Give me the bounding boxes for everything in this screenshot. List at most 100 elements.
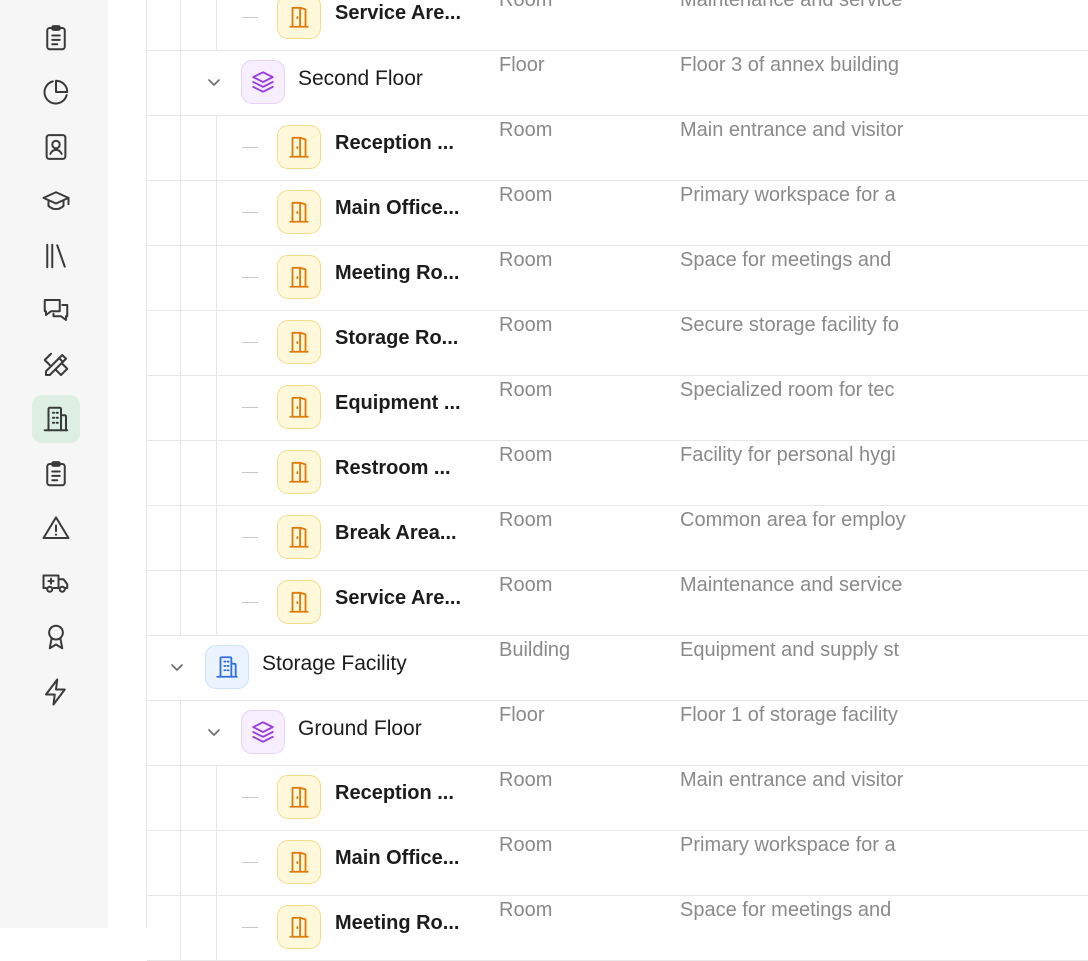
tree-guide-line [180,700,181,765]
sidebar [0,0,109,928]
location-name[interactable]: Reception ... [335,782,463,805]
table-row[interactable]: Service Are... Room Maintenance and servic… [147,570,1088,636]
layers-icon [241,710,285,754]
tree-guide-line [180,0,181,50]
building-icon [43,406,69,432]
location-type: Room [499,379,553,401]
location-description: Space for meetings and [680,249,892,271]
nav-item-certifications[interactable] [32,613,80,661]
location-name[interactable]: Second Floor [298,67,423,91]
location-type: Building [499,639,571,661]
nav-item-checklists[interactable] [32,450,80,498]
table-row[interactable]: Reception ... Room Main entrance and visit… [147,115,1088,181]
location-type: Floor [499,54,545,76]
award-icon [48,624,64,650]
nav-item-emergency[interactable] [32,559,80,607]
location-type: Room [499,444,553,466]
tree-guide-line [216,765,217,830]
tree-guide-line [180,440,181,505]
tree-guide-line [180,765,181,830]
tree-guide-line [180,570,181,635]
door-icon [277,580,321,624]
library-icon [46,243,66,269]
nav-item-reports[interactable] [32,68,80,116]
location-name[interactable]: Meeting Ro... [335,912,463,935]
table-row[interactable]: Ground Floor Floor Floor 1 of storage faci… [147,700,1088,766]
location-type: Room [499,899,553,921]
location-name[interactable]: Meeting Ro... [335,262,463,285]
location-description: Specialized room for tec [680,379,895,401]
door-icon [277,450,321,494]
table-row[interactable]: Equipment ... Room Specialized room for te… [147,375,1088,441]
pencil-ruler-icon [43,352,69,376]
messages-icon [43,299,69,321]
location-name[interactable]: Ground Floor [298,717,422,741]
nav-item-messages[interactable] [32,286,80,334]
tree-guide-line [216,115,217,180]
location-name[interactable]: Restroom ... [335,457,463,480]
nav-item-tools[interactable] [32,341,80,389]
location-name[interactable]: Equipment ... [335,392,463,415]
location-type: Room [499,314,553,336]
table-row[interactable]: Main Office... Room Primary workspace for … [147,180,1088,246]
table-row[interactable]: Storage Facility Building Equipment and su… [147,635,1088,701]
door-icon [277,775,321,819]
location-name[interactable]: Main Office... [335,197,463,220]
location-type: Room [499,574,553,596]
tree-guide-line [216,310,217,375]
nav-item-automations[interactable] [32,668,80,716]
door-icon [277,385,321,429]
location-description: Maintenance and service [680,574,903,596]
tree-guide-line [180,115,181,180]
location-name[interactable]: Storage Facility [262,652,407,676]
tree-guide-line [180,50,181,115]
nav-item-tasks[interactable] [32,14,80,62]
tree-guide-line [216,375,217,440]
tree-guide-line [216,505,217,570]
location-description: Facility for personal hygi [680,444,896,466]
table-row[interactable]: Reception ... Room Main entrance and visit… [147,765,1088,831]
clipboard-list-icon [46,25,66,51]
chevron-down-icon[interactable] [167,657,187,677]
location-name[interactable]: Storage Ro... [335,327,463,350]
table-row[interactable]: Break Area... Room Common area for employ [147,505,1088,571]
door-icon [277,0,321,39]
nav-item-training[interactable] [32,177,80,225]
tree-leaf-dash [242,277,258,278]
tree-guide-line [180,830,181,895]
location-name[interactable]: Reception ... [335,132,463,155]
tree-guide-line [180,180,181,245]
tree-leaf-dash [242,537,258,538]
ambulance-icon [42,574,69,593]
table-row[interactable]: Restroom ... Room Facility for personal hy… [147,440,1088,506]
table-row[interactable]: Meeting Ro... Room Space for meetings and [147,895,1088,961]
nav-item-library[interactable] [32,232,80,280]
location-type: Room [499,509,553,531]
door-icon [277,255,321,299]
location-name[interactable]: Service Are... [335,2,463,25]
tree-leaf-dash [242,147,258,148]
location-name[interactable]: Main Office... [335,847,463,870]
tree-leaf-dash [242,17,258,18]
location-name[interactable]: Service Are... [335,587,463,610]
door-icon [277,125,321,169]
location-name[interactable]: Break Area... [335,522,463,545]
table-row[interactable]: Main Office... Room Primary workspace for … [147,830,1088,896]
tree-guide-line [216,570,217,635]
location-type: Room [499,184,553,206]
layers-icon [241,60,285,104]
nav-item-incidents[interactable] [32,504,80,552]
chevron-down-icon[interactable] [204,72,224,92]
location-description: Floor 3 of annex building [680,54,900,76]
tree-guide-line [216,0,217,50]
nav-item-facilities[interactable] [32,395,80,443]
chevron-down-icon[interactable] [204,722,224,742]
table-row[interactable]: Second Floor Floor Floor 3 of annex buildi… [147,50,1088,116]
table-row[interactable]: Service Are... Room Maintenance and servic… [147,0,1088,51]
table-row[interactable]: Storage Ro... Room Secure storage facility… [147,310,1088,376]
tree-guide-line [180,245,181,310]
table-row[interactable]: Meeting Ro... Room Space for meetings and [147,245,1088,311]
nav-item-contacts[interactable] [32,123,80,171]
location-description: Equipment and supply st [680,639,900,661]
tree-guide-line [180,310,181,375]
